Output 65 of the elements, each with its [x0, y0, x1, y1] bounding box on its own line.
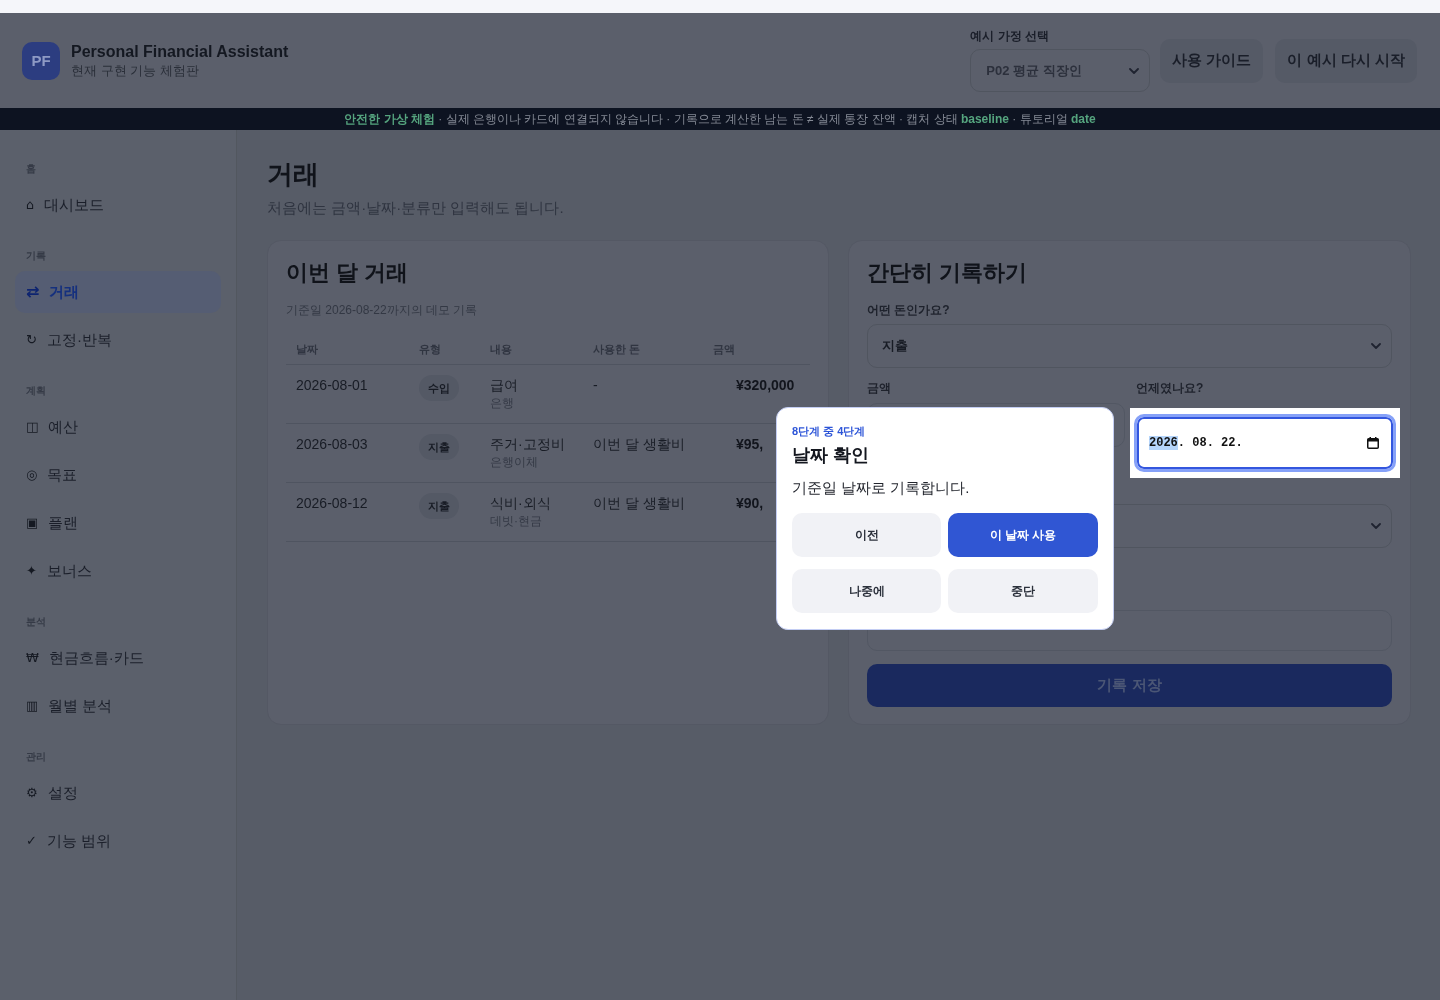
nav-item[interactable]: ⚙ 설정 — [15, 772, 221, 814]
square-icon: ▣ — [26, 515, 39, 531]
sparkle-icon: ✦ — [26, 563, 37, 579]
table-cell-text: ¥95, — [736, 435, 764, 454]
date-segment[interactable]: . 22. — [1206, 436, 1243, 450]
app-title: Personal Financial Assistant — [71, 42, 289, 62]
table-cell-text: 이번 달 생활비 — [593, 494, 685, 513]
columns-icon: ▥ — [26, 698, 39, 714]
table-cell-text: - — [593, 376, 598, 395]
calendar-icon[interactable] — [1367, 437, 1379, 449]
date-segment[interactable]: . 08 — [1177, 436, 1207, 450]
logo-badge: PF — [22, 41, 60, 80]
chevron-down-icon — [1129, 67, 1140, 74]
table-cell-text: 급여 — [490, 376, 518, 395]
card-title: 이번 달 거래 — [286, 259, 409, 287]
type-select[interactable]: 지출 — [867, 324, 1392, 368]
nav-item[interactable]: ▣ 플랜 — [15, 502, 221, 544]
table-cell-text: ¥320,000 — [736, 376, 795, 395]
stop-button[interactable]: 중단 — [948, 569, 1098, 613]
nav-item[interactable]: ₩ 현금흐름·카드 — [15, 637, 221, 679]
nav-item[interactable]: ✦ 보너스 — [15, 550, 221, 592]
nav-item[interactable]: ◎ 목표 — [15, 454, 221, 496]
type-badge: 지출 — [419, 493, 459, 519]
split-square-icon: ◫ — [26, 419, 39, 435]
table-cell-text: 이번 달 생활비 — [593, 435, 685, 454]
house-icon: ⌂ — [26, 197, 35, 213]
use-date-button[interactable]: 이 날짜 사용 — [948, 513, 1098, 557]
safety-notice: 안전한 가상 체험 · 실제 은행이나 카드에 연결되지 않습니다 · 기록으로 계산한 남는 돈 ≠ 실제 통장 잔액 · 캡처 상태 baseline · 튜토리얼 date — [344, 112, 1096, 126]
date-segment[interactable]: 2026 — [1149, 436, 1178, 450]
guide-button[interactable]: 사용 가이드 — [1160, 38, 1264, 83]
card-title: 간단히 기록하기 — [867, 259, 1028, 287]
tour-step-label: 8단계 중 4단계 — [792, 424, 867, 438]
target-icon: ◎ — [26, 467, 38, 483]
nav-item[interactable]: ◫ 예산 — [15, 406, 221, 448]
swap-arrows-icon: ⇄ — [26, 284, 40, 300]
field-label: 예시 가정 선택 — [970, 29, 1049, 43]
field-label: 금액 — [867, 380, 892, 396]
page-title: 거래 — [267, 158, 319, 190]
type-badge: 수입 — [419, 375, 459, 401]
later-button[interactable]: 나중에 — [792, 569, 941, 613]
previous-button[interactable]: 이전 — [792, 513, 941, 557]
table-cell-text: 2026-08-03 — [296, 435, 368, 454]
tour-title: 날짜 확인 — [792, 444, 870, 467]
table-cell-text: ¥90, — [736, 494, 764, 513]
chevron-down-icon — [1371, 343, 1381, 349]
tour-text: 기준일 날짜로 기록합니다. — [792, 478, 971, 498]
date-field[interactable]: 2026. 08. 22. — [1134, 414, 1396, 472]
check-icon: ✓ — [26, 833, 37, 849]
chevron-down-icon — [1371, 523, 1381, 529]
nav-item[interactable]: ✓ 기능 범위 — [15, 820, 221, 862]
refresh-icon: ↻ — [26, 332, 37, 348]
gear-icon: ⚙ — [26, 785, 38, 801]
field-label: 어떤 돈인가요? — [867, 302, 950, 318]
nav-item[interactable]: ▥ 월별 분석 — [15, 685, 221, 727]
field-label: 언제였나요? — [1136, 380, 1205, 396]
table-cell-text: 식비·외식 — [490, 494, 551, 513]
table-cell-text: 주거·고정비 — [490, 435, 565, 454]
nav-item[interactable]: ⇄ 거래 — [15, 271, 221, 313]
table-cell-text: 2026-08-01 — [296, 376, 368, 395]
won-sign-icon: ₩ — [26, 650, 39, 666]
table-cell-text: 2026-08-12 — [296, 494, 368, 513]
type-badge: 지출 — [419, 434, 459, 460]
nav-item[interactable]: ↻ 고정·반복 — [15, 319, 221, 361]
nav-item[interactable]: ⌂ 대시보드 — [15, 184, 221, 226]
restart-button[interactable]: 이 예시 다시 시작 — [1275, 38, 1417, 83]
